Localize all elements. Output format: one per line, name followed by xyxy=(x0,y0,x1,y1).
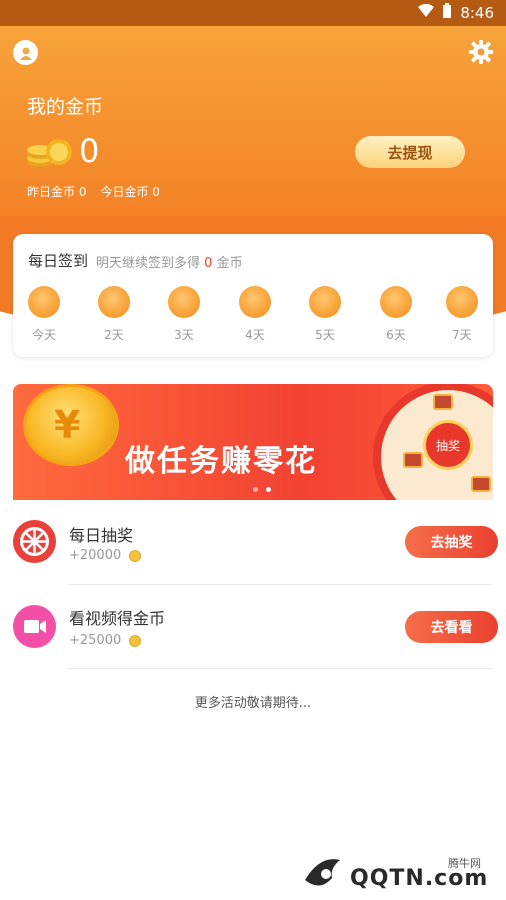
treasure-chest-icon xyxy=(403,452,423,468)
watermark-logo-text: QQTN.com xyxy=(350,866,489,891)
task-banner[interactable]: ¥ 做任务赚零花 抽奖 xyxy=(13,384,493,500)
treasure-chest-icon xyxy=(433,394,453,410)
task-title: 看视频得金币 xyxy=(69,609,166,628)
coin-icon xyxy=(129,634,142,647)
task-row-video: 看视频得金币 +25000 去看看 xyxy=(0,585,506,669)
signin-day[interactable]: 3天 xyxy=(164,286,204,343)
lottery-wheel-icon xyxy=(13,520,56,563)
signin-subtitle: 明天继续签到多得 0 金币 xyxy=(96,256,243,271)
divider xyxy=(69,668,491,669)
my-coins-label: 我的金币 xyxy=(27,96,104,118)
gear-icon[interactable] xyxy=(468,39,494,65)
daily-signin-card: 每日签到 明天继续签到多得 0 金币 今天 2天 3天 4天 5天 6天 7天 xyxy=(13,234,493,357)
task-row-lottery: 每日抽奖 +20000 去抽奖 xyxy=(0,500,506,584)
task-reward: +25000 xyxy=(69,633,142,648)
signin-day[interactable]: 4天 xyxy=(235,286,275,343)
banner-text: 做任务赚零花 xyxy=(125,444,317,479)
task-reward: +20000 xyxy=(69,548,142,563)
status-time: 8:46 xyxy=(460,4,494,22)
status-bar: 8:46 xyxy=(0,0,506,26)
sun-coin-icon xyxy=(446,286,478,318)
battery-icon xyxy=(442,3,452,23)
task-title: 每日抽奖 xyxy=(69,526,134,545)
signin-day[interactable]: 2天 xyxy=(94,286,134,343)
coin-stack-icon xyxy=(26,136,74,168)
withdraw-button[interactable]: 去提现 xyxy=(355,136,465,168)
coin-balance: 0 xyxy=(79,132,100,170)
user-icon xyxy=(19,47,32,60)
carousel-dot[interactable] xyxy=(253,487,258,492)
watch-video-button[interactable]: 去看看 xyxy=(405,611,498,643)
sun-coin-icon xyxy=(28,286,60,318)
carousel-dot-active[interactable] xyxy=(266,487,271,492)
signin-day[interactable]: 7天 xyxy=(442,286,482,343)
coin-icon xyxy=(129,549,142,562)
sun-coin-icon xyxy=(309,286,341,318)
sun-coin-icon xyxy=(168,286,200,318)
video-camera-icon xyxy=(13,605,56,648)
wheel-center-label: 抽奖 xyxy=(423,420,473,470)
signin-day[interactable]: 今天 xyxy=(24,286,64,343)
signin-title: 每日签到 xyxy=(28,252,89,270)
avatar[interactable] xyxy=(13,40,38,65)
more-activities-text: 更多活动敬请期待... xyxy=(194,696,312,711)
signin-day[interactable]: 6天 xyxy=(376,286,416,343)
carousel-dots xyxy=(253,487,271,492)
prize-wheel-icon: 抽奖 xyxy=(373,384,493,500)
wifi-icon xyxy=(418,3,435,22)
coin-stats: 昨日金币 0 今日金币 0 xyxy=(27,183,160,200)
today-coins: 今日金币 0 xyxy=(100,185,160,199)
signin-day[interactable]: 5天 xyxy=(305,286,345,343)
sun-coin-icon xyxy=(98,286,130,318)
signin-bonus-value: 0 xyxy=(204,256,213,271)
sun-coin-icon xyxy=(239,286,271,318)
yesterday-coins: 昨日金币 0 xyxy=(27,185,87,199)
lottery-button[interactable]: 去抽奖 xyxy=(405,526,498,558)
treasure-chest-icon xyxy=(471,476,491,492)
gold-coin-icon: ¥ xyxy=(23,384,119,466)
sun-coin-icon xyxy=(380,286,412,318)
